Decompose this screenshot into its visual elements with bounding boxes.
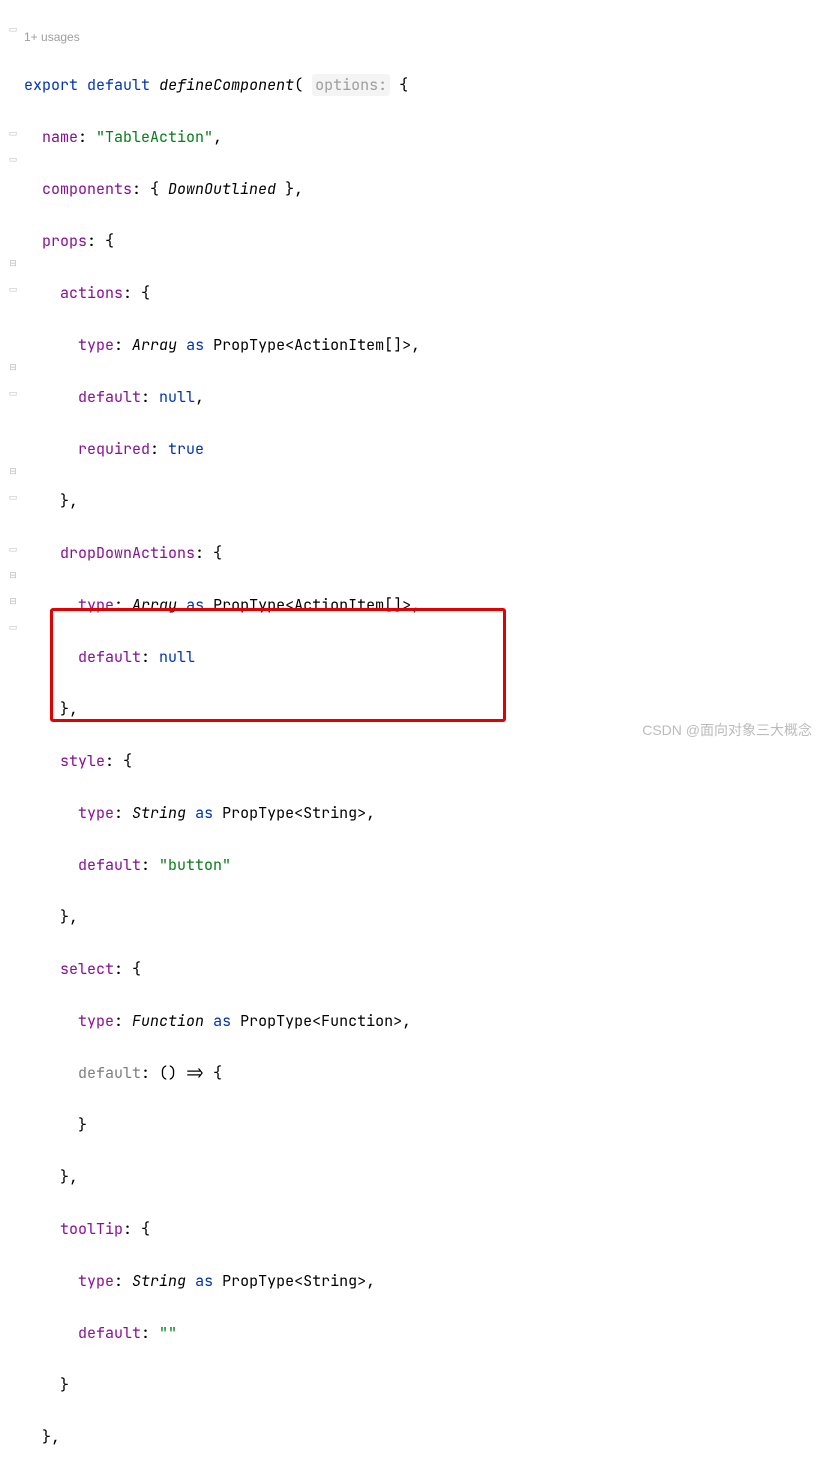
prop-style: style bbox=[60, 751, 105, 771]
prop-required: required bbox=[78, 439, 150, 459]
code-line: type: String as PropType<String>, bbox=[24, 800, 820, 826]
code-line: }, bbox=[24, 1164, 820, 1190]
code-line: type: Array as PropType<ActionItem[]>, bbox=[24, 332, 820, 358]
fold-column: ▭ ▭ ▭ ⊟ ▭ ⊟ ▭ ⊟ ▭ ▭ ⊟ ⊟ ▭ bbox=[14, 0, 24, 749]
code-line: select: { bbox=[24, 956, 820, 982]
code-line: dropDownActions: { bbox=[24, 540, 820, 566]
keyword-null: null bbox=[159, 387, 195, 407]
string-literal: "button" bbox=[159, 855, 231, 875]
param-hint: options: bbox=[312, 74, 390, 96]
prop-props: props bbox=[42, 231, 87, 251]
code-line: name: "TableAction", bbox=[24, 124, 820, 150]
code-line: }, bbox=[24, 904, 820, 930]
code-line: } bbox=[24, 1372, 820, 1398]
type-string: String bbox=[132, 1271, 186, 1291]
prop-type: type bbox=[78, 595, 114, 615]
keyword-as: as bbox=[186, 595, 204, 615]
code-line: export default defineComponent( options:… bbox=[24, 72, 820, 98]
code-line: actions: { bbox=[24, 280, 820, 306]
code-line: components: { DownOutlined }, bbox=[24, 176, 820, 202]
type-function: Function bbox=[132, 1011, 204, 1031]
prop-tooltip: toolTip bbox=[60, 1219, 123, 1239]
keyword-null: null bbox=[159, 647, 195, 667]
prop-type: type bbox=[78, 335, 114, 355]
keyword-default: default bbox=[87, 75, 150, 95]
prop-default: default bbox=[78, 647, 141, 667]
prop-default-gray: default bbox=[78, 1063, 141, 1083]
code-line: default: () => { bbox=[24, 1060, 820, 1086]
type-proptype: PropType<String> bbox=[222, 1271, 366, 1291]
keyword-as: as bbox=[186, 335, 204, 355]
prop-type: type bbox=[78, 1271, 114, 1291]
code-line: } bbox=[24, 1112, 820, 1138]
type-array: Array bbox=[132, 335, 177, 355]
keyword-as: as bbox=[195, 803, 213, 823]
code-line: type: String as PropType<String>, bbox=[24, 1268, 820, 1294]
keyword-as: as bbox=[213, 1011, 231, 1031]
code-line: type: Array as PropType<ActionItem[]>, bbox=[24, 592, 820, 618]
string-literal: "TableAction" bbox=[96, 127, 213, 147]
usages-hint[interactable]: 1+ usages bbox=[24, 26, 820, 46]
prop-dropdownactions: dropDownActions bbox=[60, 543, 195, 563]
type-proptype: PropType<ActionItem[]> bbox=[213, 335, 411, 355]
prop-components: components bbox=[42, 179, 132, 199]
code-line: style: { bbox=[24, 748, 820, 774]
code-line: toolTip: { bbox=[24, 1216, 820, 1242]
type-proptype: PropType<Function> bbox=[240, 1011, 402, 1031]
prop-type: type bbox=[78, 803, 114, 823]
type-array: Array bbox=[132, 595, 177, 615]
code-line: default: "button" bbox=[24, 852, 820, 878]
prop-select: select bbox=[60, 959, 114, 979]
prop-actions: actions bbox=[60, 283, 123, 303]
code-line: props: { bbox=[24, 228, 820, 254]
keyword-true: true bbox=[168, 439, 204, 459]
code-line: default: "" bbox=[24, 1320, 820, 1346]
code-line: required: true bbox=[24, 436, 820, 462]
keyword-as: as bbox=[195, 1271, 213, 1291]
arrow-fn: () => { bbox=[159, 1063, 222, 1083]
code-line: default: null, bbox=[24, 384, 820, 410]
type-proptype: PropType<ActionItem[]> bbox=[213, 595, 411, 615]
ident-downoutlined: DownOutlined bbox=[168, 179, 276, 199]
prop-default: default bbox=[78, 855, 141, 875]
prop-default: default bbox=[78, 1323, 141, 1343]
code-line: }, bbox=[24, 1424, 820, 1450]
prop-type: type bbox=[78, 1011, 114, 1031]
fn-defineComponent: defineComponent bbox=[159, 75, 294, 95]
keyword-export: export bbox=[24, 75, 78, 95]
code-line: }, bbox=[24, 488, 820, 514]
prop-name: name bbox=[42, 127, 78, 147]
code-line: default: null bbox=[24, 644, 820, 670]
string-literal: "" bbox=[159, 1323, 177, 1343]
code-editor[interactable]: 1+ usages export default defineComponent… bbox=[24, 0, 820, 1476]
code-line: type: Function as PropType<Function>, bbox=[24, 1008, 820, 1034]
prop-default: default bbox=[78, 387, 141, 407]
type-string: String bbox=[132, 803, 186, 823]
type-proptype: PropType<String> bbox=[222, 803, 366, 823]
code-line: }, bbox=[24, 696, 820, 722]
